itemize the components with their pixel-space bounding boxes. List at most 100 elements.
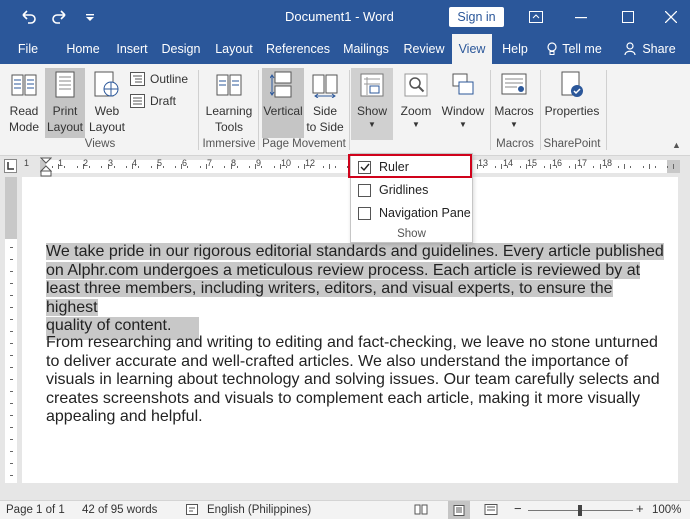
share-button[interactable]: Share <box>618 34 682 64</box>
properties-label: Properties <box>544 104 600 118</box>
ruler-tick <box>617 166 619 168</box>
tab-mailings[interactable]: Mailings <box>338 34 394 64</box>
ribbon-display-options-icon[interactable] <box>521 6 551 28</box>
ruler-number: 13 <box>478 158 489 168</box>
gridlines-checkbox-item[interactable]: Gridlines <box>351 179 472 201</box>
group-separator <box>349 70 350 150</box>
macros-button[interactable]: Macros ▼ <box>492 68 536 131</box>
learning-tools-label-1: Learning <box>205 104 253 118</box>
qat-customize-icon[interactable] <box>80 6 100 28</box>
magnifier-icon <box>401 70 431 100</box>
ruler-tick <box>248 166 250 168</box>
draft-button[interactable]: Draft <box>130 92 176 110</box>
read-mode-view-icon[interactable] <box>414 504 428 518</box>
print-layout-button[interactable]: Print Layout <box>45 68 85 138</box>
tab-selector[interactable] <box>4 159 17 173</box>
paragraph-1[interactable]: We take pride in our rigorous editorial … <box>46 243 666 340</box>
selected-line: least three members, including writers, … <box>46 280 613 316</box>
learning-tools-label-2: Tools <box>214 120 243 134</box>
navigation-pane-checkbox-item[interactable]: Navigation Pane <box>351 202 472 224</box>
ruler-number: 5 <box>157 158 163 168</box>
vertical-ruler-tick <box>10 451 13 452</box>
tell-me-search[interactable]: Tell me <box>540 34 608 64</box>
navigation-pane-checkbox[interactable] <box>358 206 371 220</box>
vertical-scrollbar[interactable] <box>678 177 690 483</box>
tab-layout[interactable]: Layout <box>210 34 258 64</box>
macros-label: Macros <box>494 104 534 118</box>
text-line: creates screenshots and visuals to compl… <box>46 389 641 407</box>
sign-in-button[interactable]: Sign in <box>449 7 504 27</box>
ribbon: Read Mode Print Layout Web Layout Outlin… <box>0 64 690 156</box>
gridlines-checkbox[interactable] <box>358 183 371 197</box>
minimize-icon[interactable] <box>566 6 596 28</box>
ruler-number: 18 <box>602 158 613 168</box>
horizontal-ruler[interactable]: 1 1 2 3 4 5 6 7 8 9 10 12 13 14 15 16 17 18 <box>0 157 690 177</box>
ruler-tick <box>519 166 521 168</box>
print-layout-view-icon[interactable] <box>448 501 470 519</box>
tab-references[interactable]: References <box>264 34 332 64</box>
vertical-label: Vertical <box>263 104 303 118</box>
vertical-ruler-tick <box>10 295 13 296</box>
tab-view[interactable]: View <box>452 34 492 64</box>
page-count[interactable]: Page 1 of 1 <box>6 504 65 516</box>
window-button[interactable]: Window ▼ <box>439 68 487 131</box>
outline-button[interactable]: Outline <box>130 70 188 88</box>
tab-help[interactable]: Help <box>496 34 534 64</box>
selected-line: We take pride in our rigorous editorial … <box>46 243 664 260</box>
selected-line: on Alphr.com undergoes a meticulous revi… <box>46 261 641 279</box>
side-to-side-button[interactable]: Side to Side <box>306 68 344 135</box>
collapse-ribbon-icon[interactable]: ▲ <box>672 140 681 150</box>
ruler-number: 17 <box>577 158 588 168</box>
tab-design[interactable]: Design <box>158 34 204 64</box>
language[interactable]: English (Philippines) <box>207 504 311 516</box>
zoom-button[interactable]: Zoom ▼ <box>396 68 436 131</box>
show-button[interactable]: Show ▼ <box>351 68 393 140</box>
ruler-tick <box>673 164 675 169</box>
tab-home[interactable]: Home <box>60 34 106 64</box>
ruler-number: 14 <box>503 158 514 168</box>
text-line: to deliver accurate and well-crafted art… <box>46 352 629 370</box>
ruler-tick <box>501 164 503 169</box>
ruler-tick <box>113 166 115 168</box>
tab-file[interactable]: File <box>8 34 48 64</box>
read-mode-button[interactable]: Read Mode <box>4 68 44 135</box>
vertical-ruler-tick <box>10 331 13 332</box>
maximize-icon[interactable] <box>613 6 643 28</box>
redo-icon[interactable] <box>46 6 74 28</box>
zoom-slider-thumb[interactable] <box>578 505 582 516</box>
outline-icon <box>130 72 145 86</box>
ruler-tick <box>544 166 546 168</box>
close-icon[interactable] <box>656 6 686 28</box>
person-share-icon <box>624 42 636 56</box>
zoom-in-icon[interactable]: + <box>636 501 644 516</box>
tell-me-label: Tell me <box>562 42 602 56</box>
ruler-tick <box>630 166 632 168</box>
vertical-scroll-icon <box>268 70 298 100</box>
chevron-down-icon: ▼ <box>412 120 420 129</box>
ruler-tick <box>138 166 140 168</box>
learning-tools-button[interactable]: Learning Tools <box>203 68 255 135</box>
properties-button[interactable]: Properties <box>543 68 601 119</box>
window-label: Window <box>441 104 485 118</box>
group-separator <box>606 70 607 150</box>
share-label: Share <box>642 42 676 56</box>
vertical-button[interactable]: Vertical <box>262 68 304 138</box>
ruler-tick <box>624 164 626 169</box>
vertical-ruler[interactable] <box>0 177 19 483</box>
word-count[interactable]: 42 of 95 words <box>82 504 157 516</box>
vertical-ruler-tick <box>10 379 13 380</box>
tab-insert[interactable]: Insert <box>110 34 154 64</box>
proofing-icon[interactable] <box>186 504 198 518</box>
paragraph-2[interactable]: From researching and writing to editing … <box>46 334 666 427</box>
zoom-level[interactable]: 100% <box>652 504 681 516</box>
zoom-label: Zoom <box>400 104 432 118</box>
zoom-out-icon[interactable]: − <box>514 501 522 516</box>
ruler-tick <box>328 164 330 169</box>
tab-review[interactable]: Review <box>400 34 448 64</box>
web-layout-button[interactable]: Web Layout <box>87 68 127 135</box>
outline-label: Outline <box>150 72 189 86</box>
undo-icon[interactable] <box>14 6 42 28</box>
document-title: Document1 - Word <box>285 9 394 24</box>
web-layout-view-icon[interactable] <box>484 504 498 518</box>
web-layout-label-2: Layout <box>88 120 126 134</box>
